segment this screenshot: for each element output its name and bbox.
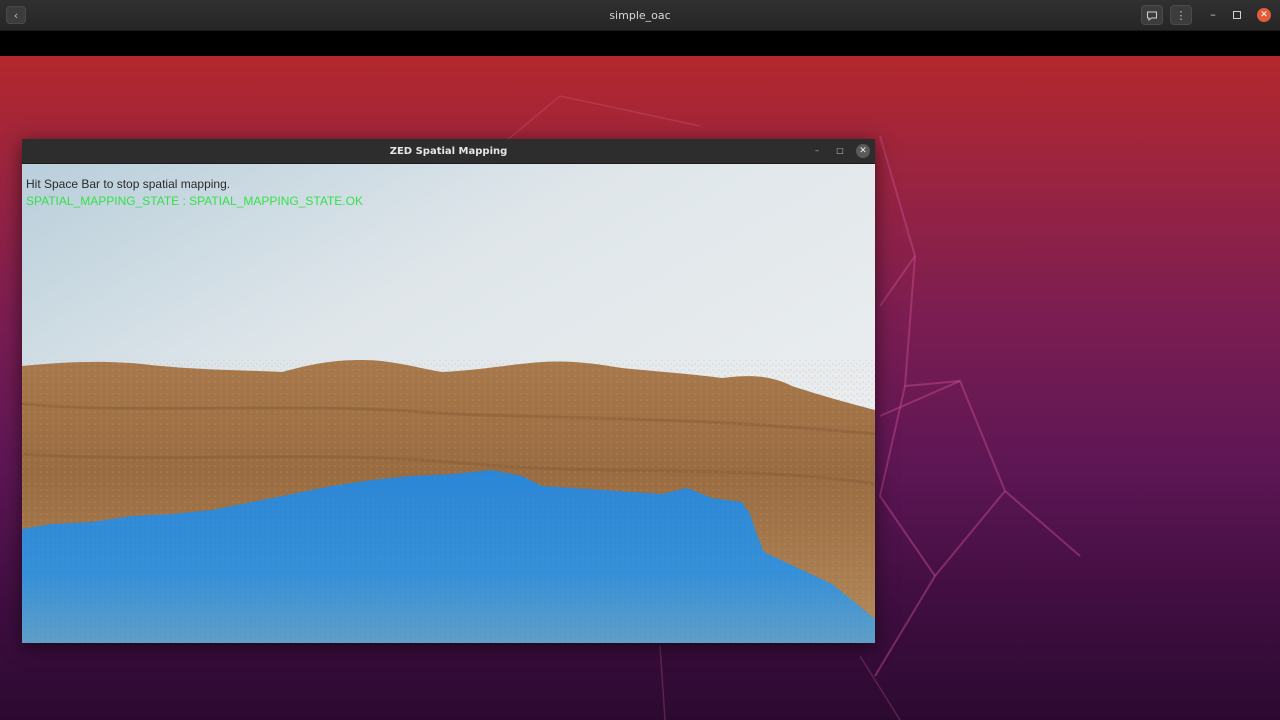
zed-maximize-button[interactable]: □ [833, 144, 847, 158]
spatial-mapping-viewport[interactable]: Hit Space Bar to stop spatial mapping. S… [22, 164, 875, 643]
outer-titlebar: ‹ simple_oac ⋮ – ✕ [0, 0, 1280, 31]
close-icon: ✕ [1260, 10, 1268, 20]
zed-window: ZED Spatial Mapping – □ ✕ Hit Space Bar … [22, 139, 875, 643]
menu-button[interactable]: ⋮ [1170, 5, 1192, 25]
vertical-ellipsis-icon: ⋮ [1175, 9, 1187, 22]
maximize-icon: □ [836, 146, 844, 155]
mapping-state-text: SPATIAL_MAPPING_STATE : SPATIAL_MAPPING_… [26, 194, 363, 208]
zed-close-button[interactable]: ✕ [856, 144, 870, 158]
maximize-icon [1233, 11, 1241, 19]
zed-minimize-button[interactable]: – [810, 144, 824, 158]
maximize-button[interactable] [1226, 5, 1248, 25]
zed-window-title: ZED Spatial Mapping [389, 146, 508, 157]
viewer-top-band [0, 31, 1280, 56]
chat-bubble-icon [1147, 11, 1157, 22]
zed-titlebar[interactable]: ZED Spatial Mapping – □ ✕ [22, 139, 875, 164]
minimize-button[interactable]: – [1202, 5, 1224, 25]
terrain-scene [22, 164, 875, 643]
outer-window-title: simple_oac [609, 9, 671, 22]
close-icon: ✕ [859, 146, 867, 156]
minimize-icon: – [815, 146, 819, 155]
instruction-text: Hit Space Bar to stop spatial mapping. [26, 177, 231, 191]
chat-button[interactable] [1141, 5, 1163, 25]
minimize-icon: – [1210, 8, 1216, 21]
close-button[interactable]: ✕ [1257, 8, 1271, 22]
